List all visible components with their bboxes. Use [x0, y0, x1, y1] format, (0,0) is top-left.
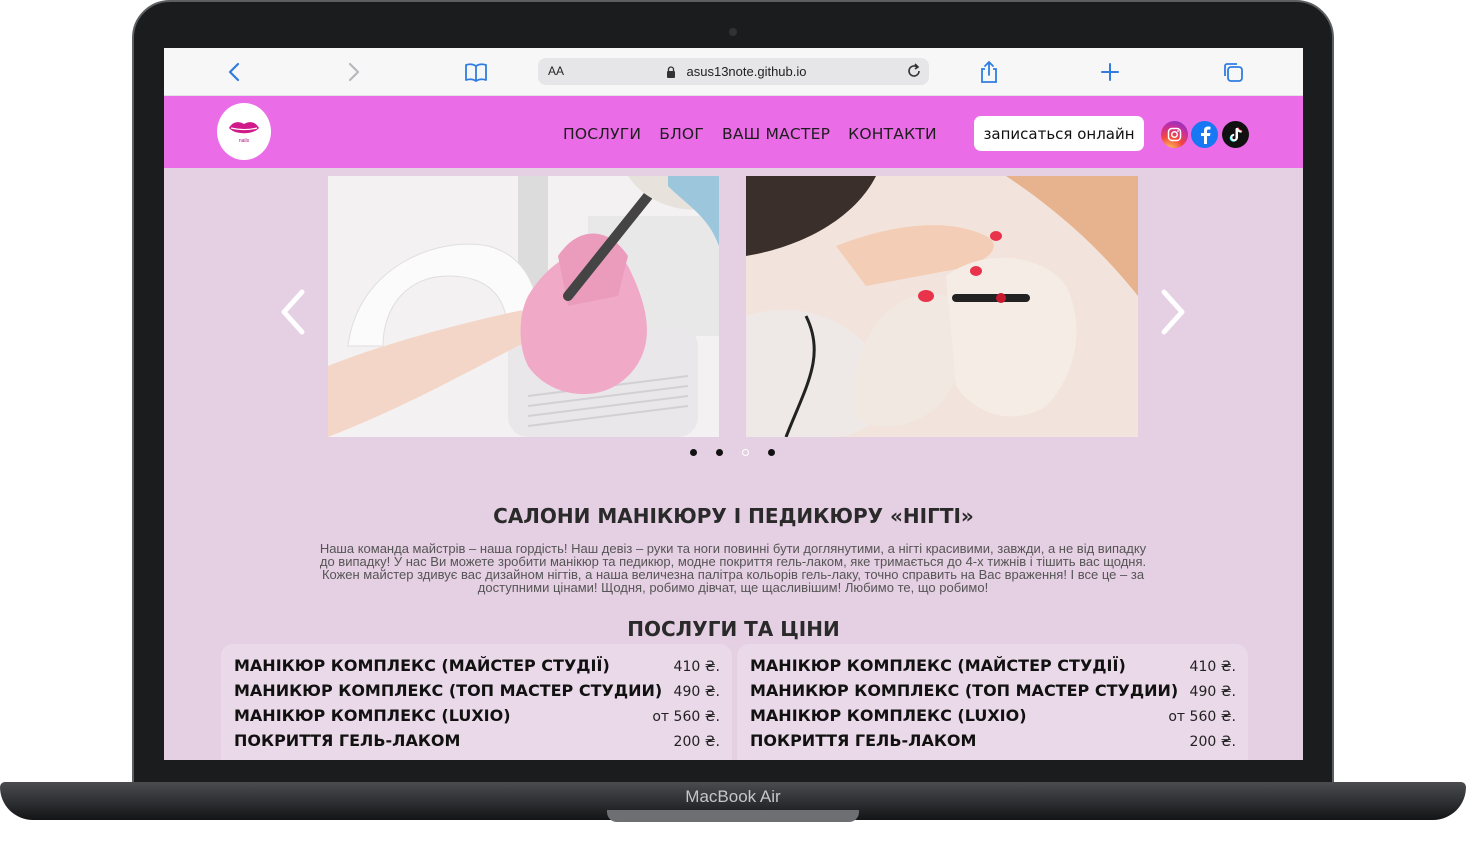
- reload-icon[interactable]: [905, 62, 923, 85]
- price-row: МАНІКЮР КОМПЛЕКС (LUXIO) от 560 ₴.: [234, 706, 720, 731]
- chevron-right-icon[interactable]: [339, 58, 369, 86]
- service-price: от 560 ₴.: [652, 709, 720, 725]
- plus-icon[interactable]: [1095, 58, 1125, 86]
- price-row: МАНИКЮР КОМПЛЕКС (ТОП МАСТЕР СТУДИИ) 490 …: [750, 681, 1236, 706]
- instagram-icon[interactable]: [1161, 121, 1188, 148]
- carousel-dot[interactable]: [768, 449, 775, 456]
- service-name: ПОКРИТТЯ ГЕЛЬ-ЛАКОМ: [750, 731, 977, 750]
- service-name: МАНИКЮР КОМПЛЕКС (ТОП МАСТЕР СТУДИИ): [750, 681, 1179, 700]
- carousel-dot[interactable]: [690, 449, 697, 456]
- bookmarks-icon[interactable]: [461, 58, 491, 86]
- service-name: МАНІКЮР КОМПЛЕКС (МАЙСТЕР СТУДІЇ): [234, 656, 610, 675]
- camera: [729, 28, 737, 36]
- manicure-photo-1: [328, 176, 719, 437]
- laptop-notch: [607, 810, 859, 822]
- device-model-label: MacBook Air: [685, 787, 781, 806]
- url-text: asus13note.github.io: [686, 64, 807, 79]
- service-name: ПОКРИТТЯ ГЕЛЬ-ЛАКОМ: [234, 731, 461, 750]
- carousel-slide-2: [746, 176, 1138, 437]
- price-row: МАНІКЮР КОМПЛЕКС (МАЙСТЕР СТУДІЇ) 410 ₴.: [750, 656, 1236, 681]
- carousel-prev-button[interactable]: [278, 288, 308, 341]
- price-card-right: МАНІКЮР КОМПЛЕКС (МАЙСТЕР СТУДІЇ) 410 ₴. …: [737, 644, 1248, 760]
- screen: AA asus13note.github.io nails ПОСЛУГИ БЛ…: [164, 48, 1303, 760]
- share-icon[interactable]: [974, 58, 1004, 86]
- price-card-left: МАНІКЮР КОМПЛЕКС (МАЙСТЕР СТУДІЇ) 410 ₴. …: [221, 644, 732, 760]
- price-row: ПОКРИТТЯ ГЕЛЬ-ЛАКОМ 200 ₴.: [234, 731, 720, 756]
- service-name: МАНІКЮР КОМПЛЕКС (LUXIO): [234, 706, 511, 725]
- tiktok-icon[interactable]: [1222, 121, 1249, 148]
- carousel-dots: [690, 449, 775, 456]
- price-row: МАНІКЮР КОМПЛЕКС (LUXIO) от 560 ₴.: [750, 706, 1236, 731]
- nav-item-contacts[interactable]: КОНТАКТИ: [848, 125, 937, 143]
- service-price: от 560 ₴.: [1168, 709, 1236, 725]
- chevron-left-icon[interactable]: [219, 58, 249, 86]
- price-row: МАНИКЮР КОМПЛЕКС (ТОП МАСТЕР СТУДИИ) 490 …: [234, 681, 720, 706]
- price-row: ПОКРИТТЯ ГЕЛЬ-ЛАКОМ 200 ₴.: [750, 731, 1236, 756]
- book-online-button[interactable]: записаться онлайн: [974, 116, 1144, 151]
- site-header: nails ПОСЛУГИ БЛОГ ВАШ МАСТЕР КОНТАКТИ з…: [164, 96, 1303, 168]
- carousel-next-button[interactable]: [1158, 288, 1188, 341]
- nav-item-your-master[interactable]: ВАШ МАСТЕР: [722, 125, 830, 143]
- chevron-left-icon: [281, 289, 305, 335]
- carousel-slide-1: [328, 176, 719, 437]
- site-logo[interactable]: nails: [217, 103, 271, 160]
- about-text: Наша команда майстрів – наша гордість! Н…: [220, 542, 1246, 594]
- service-price: 410 ₴.: [673, 659, 720, 675]
- section-title-prices: ПОСЛУГИ ТА ЦІНИ: [627, 617, 840, 641]
- service-price: 410 ₴.: [1189, 659, 1236, 675]
- lips-icon: [229, 122, 259, 134]
- service-name: МАНІКЮР КОМПЛЕКС (МАЙСТЕР СТУДІЇ): [750, 656, 1126, 675]
- facebook-icon[interactable]: [1191, 121, 1218, 148]
- tabs-icon[interactable]: [1218, 58, 1248, 86]
- address-bar[interactable]: AA asus13note.github.io: [538, 58, 929, 85]
- logo-text: nails: [238, 138, 250, 144]
- carousel-dot-active[interactable]: [742, 449, 749, 456]
- service-price: 490 ₴.: [673, 684, 720, 700]
- price-row: МАНІКЮР КОМПЛЕКС (МАЙСТЕР СТУДІЇ) 410 ₴.: [234, 656, 720, 681]
- service-price: 200 ₴.: [673, 734, 720, 750]
- service-name: МАНИКЮР КОМПЛЕКС (ТОП МАСТЕР СТУДИИ): [234, 681, 663, 700]
- service-price: 490 ₴.: [1189, 684, 1236, 700]
- about-line: доступними цінами! Щодня, робимо дівчат,…: [477, 580, 989, 595]
- main-nav: ПОСЛУГИ БЛОГ ВАШ МАСТЕР КОНТАКТИ: [563, 125, 937, 143]
- service-name: МАНІКЮР КОМПЛЕКС (LUXIO): [750, 706, 1027, 725]
- browser-toolbar: AA asus13note.github.io: [164, 48, 1303, 96]
- section-title-about: САЛОНИ МАНІКЮРУ І ПЕДИКЮРУ «НІГТІ»: [493, 504, 974, 528]
- nav-item-services[interactable]: ПОСЛУГИ: [563, 125, 641, 143]
- nav-item-blog[interactable]: БЛОГ: [659, 125, 704, 143]
- carousel-dot[interactable]: [716, 449, 723, 456]
- chevron-right-icon: [1161, 289, 1185, 335]
- service-price: 200 ₴.: [1189, 734, 1236, 750]
- manicure-photo-2: [746, 176, 1138, 437]
